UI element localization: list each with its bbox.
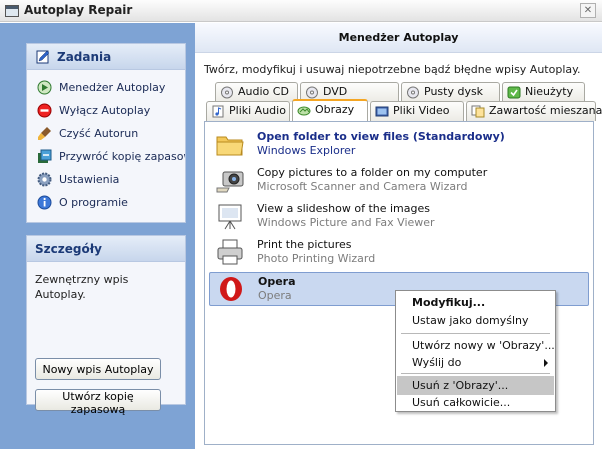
disc-icon	[407, 86, 419, 99]
restore-icon	[38, 149, 52, 163]
item-subtitle: Photo Printing Wizard	[257, 252, 376, 265]
task-item-autoplay-manager[interactable]: Menedżer Autoplay	[27, 76, 185, 99]
camera-icon	[216, 171, 244, 193]
task-item-clean-autorun[interactable]: Czyść Autorun	[27, 122, 185, 145]
tab-label: DVD	[323, 85, 348, 98]
item-subtitle: Windows Picture and Fax Viewer	[257, 216, 435, 229]
task-list: Menedżer Autoplay Wyłącz Autoplay Czyść …	[27, 70, 185, 214]
item-subtitle: Microsoft Scanner and Camera Wizard	[257, 180, 468, 193]
tab-unused[interactable]: Nieużyty	[502, 82, 585, 102]
disable-icon	[37, 103, 52, 118]
autoplay-manager-icon	[37, 80, 52, 95]
task-item-restore-backup[interactable]: Przywróć kopię zapasową	[27, 145, 185, 168]
brush-icon	[38, 127, 51, 140]
item-title: Print the pictures	[257, 238, 352, 251]
left-panel: Zadania Menedżer Autoplay Wyłącz Autopla…	[0, 23, 195, 449]
task-item-disable-autoplay[interactable]: Wyłącz Autoplay	[27, 99, 185, 122]
info-icon	[37, 195, 52, 210]
close-button[interactable]: ✕	[580, 3, 596, 18]
description-text: Twórz, modyfikuj i usuwaj niepotrzebne b…	[204, 63, 581, 76]
tab-label: Pliki Audio	[229, 104, 286, 117]
context-menu: Modyfikuj... Ustaw jako domyślny Utwórz …	[395, 290, 556, 412]
list-item[interactable]: Open folder to view files (Standardowy) …	[209, 128, 589, 162]
tasks-panel: Zadania Menedżer Autoplay Wyłącz Autopla…	[26, 43, 186, 223]
menu-item-set-default[interactable]: Ustaw jako domyślny	[397, 311, 554, 330]
tasks-title: Zadania	[57, 50, 112, 64]
opera-icon	[220, 277, 242, 301]
image-icon	[297, 106, 311, 116]
item-title: Copy pictures to a folder on my computer	[257, 166, 488, 179]
tab-images[interactable]: Obrazy	[292, 99, 368, 121]
tab-label: Audio CD	[238, 85, 289, 98]
gear-icon	[37, 172, 52, 187]
task-item-settings[interactable]: Ustawienia	[27, 168, 185, 191]
task-label: Menedżer Autoplay	[59, 81, 166, 94]
folder-icon	[216, 136, 244, 156]
menu-separator	[401, 333, 550, 334]
menu-item-send-to[interactable]: Wyślij do	[397, 353, 554, 372]
tab-label: Obrazy	[315, 103, 355, 116]
list-item[interactable]: Print the pictures Photo Printing Wizard	[209, 236, 589, 270]
task-item-about[interactable]: O programie	[27, 191, 185, 214]
tab-label: Pusty dysk	[424, 85, 484, 98]
video-file-icon	[375, 106, 389, 117]
unused-icon	[507, 86, 521, 99]
page-title: Menedżer Autoplay	[195, 23, 602, 53]
menu-separator	[401, 373, 550, 374]
list-item[interactable]: View a slideshow of the images Windows P…	[209, 200, 589, 234]
task-label: Czyść Autorun	[59, 127, 139, 140]
item-subtitle: Opera	[258, 289, 292, 302]
tab-blank-disc[interactable]: Pusty dysk	[401, 82, 500, 102]
dvd-icon	[306, 86, 318, 99]
tasks-header: Zadania	[27, 44, 185, 70]
menu-item-label: Wyślij do	[412, 356, 462, 369]
list-item[interactable]: Copy pictures to a folder on my computer…	[209, 164, 589, 198]
app-icon	[5, 5, 19, 17]
details-text: Zewnętrzny wpis Autoplay.	[35, 273, 129, 301]
tab-label: Zawartość mieszana	[489, 104, 602, 117]
audio-file-icon	[212, 105, 224, 118]
tab-video-files[interactable]: Pliki Video	[370, 101, 464, 121]
task-label: O programie	[59, 196, 128, 209]
task-label: Wyłącz Autoplay	[59, 104, 151, 117]
cd-icon	[221, 86, 233, 99]
slideshow-icon	[218, 204, 242, 230]
title-bar: Autoplay Repair ✕	[0, 0, 602, 22]
task-label: Przywróć kopię zapasową	[59, 150, 185, 163]
item-title: Open folder to view files (Standardowy)	[257, 130, 505, 143]
item-subtitle: Windows Explorer	[257, 144, 356, 157]
tab-mixed-content[interactable]: Zawartość mieszana	[466, 101, 602, 121]
task-label: Ustawienia	[59, 173, 120, 186]
window-title: Autoplay Repair	[24, 3, 133, 17]
item-title: View a slideshow of the images	[257, 202, 430, 215]
submenu-arrow-icon	[544, 359, 548, 367]
mixed-content-icon	[471, 105, 485, 118]
create-backup-button[interactable]: Utwórz kopię zapasową	[35, 389, 161, 416]
item-title: Opera	[258, 275, 296, 288]
tab-audio-files[interactable]: Pliki Audio	[206, 101, 290, 121]
tasks-icon	[36, 50, 50, 64]
menu-item-modify[interactable]: Modyfikuj...	[397, 293, 554, 312]
tab-label: Pliki Video	[393, 104, 450, 117]
details-title: Szczegóły	[35, 242, 102, 256]
menu-item-remove-all[interactable]: Usuń całkowicie...	[397, 393, 554, 412]
tab-label: Nieużyty	[525, 85, 574, 98]
details-header: Szczegóły	[27, 236, 185, 262]
new-autoplay-entry-button[interactable]: Nowy wpis Autoplay	[35, 358, 161, 380]
printer-icon	[217, 239, 243, 265]
tab-audio-cd[interactable]: Audio CD	[215, 82, 298, 102]
